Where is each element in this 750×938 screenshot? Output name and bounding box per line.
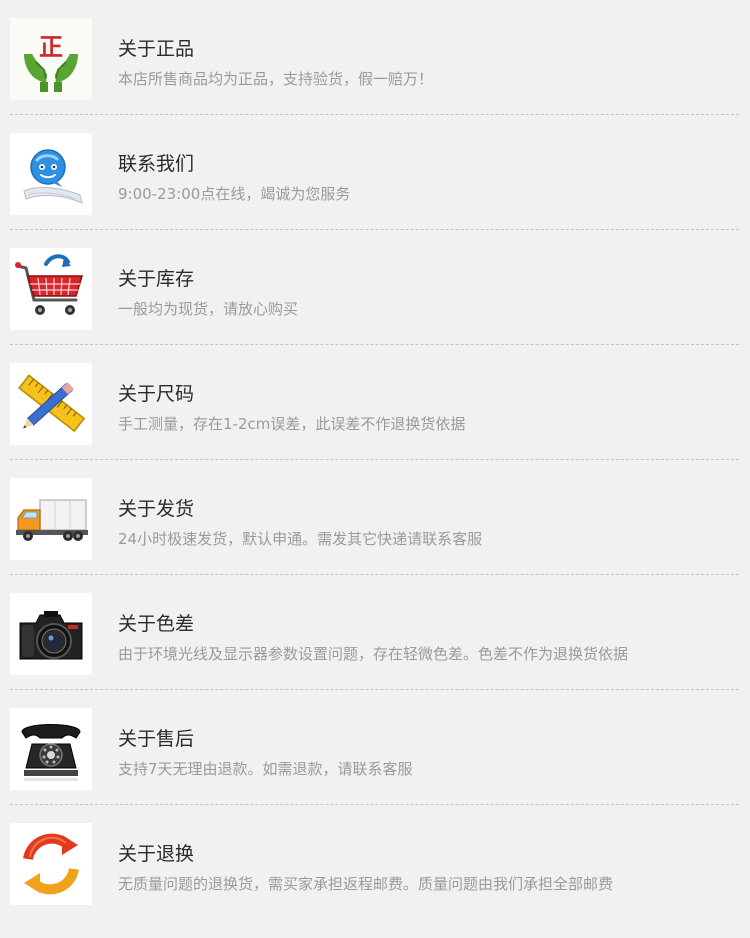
shopping-cart-icon (10, 248, 92, 330)
list-item-size: 关于尺码 手工测量，存在1-2cm误差，此误差不作退换货依据 (10, 363, 739, 478)
telephone-icon (10, 708, 92, 790)
divider (10, 459, 739, 460)
divider (10, 804, 739, 805)
item-title: 关于发货 (118, 498, 195, 520)
divider (10, 114, 739, 115)
ruler-pencil-icon (10, 363, 92, 445)
item-title: 联系我们 (118, 153, 195, 175)
item-description: 本店所售商品均为正品，支持验货，假一赔万！ (118, 70, 434, 88)
item-description: 一般均为现货，请放心购买 (118, 300, 299, 318)
list-item-genuine: 正 关于正品 本店所售商品均为正品，支持验货，假一赔万！ (10, 18, 739, 133)
list-item-returns: 关于退换 无质量问题的退换货，需买家承担返程邮费。质量问题由我们承担全部邮费 (10, 823, 739, 938)
divider (10, 344, 739, 345)
camera-icon (10, 593, 92, 675)
list-item-after-sales: 关于售后 支持7天无理由退款。如需退款，请联系客服 (10, 708, 739, 823)
item-description: 9:00-23:00点在线，竭诚为您服务 (118, 185, 351, 203)
service-info-list: 正 关于正品 本店所售商品均为正品，支持验货，假一赔万！ 联系我们 9:00-2… (10, 18, 739, 938)
item-title: 关于售后 (118, 728, 195, 750)
divider (10, 574, 739, 575)
exchange-arrows-icon (10, 823, 92, 905)
list-item-color: 关于色差 由于环境光线及显示器参数设置问题，存在轻微色差。色差不作为退换货依据 (10, 593, 739, 708)
item-description: 支持7天无理由退款。如需退款，请联系客服 (118, 760, 413, 778)
item-title: 关于退换 (118, 843, 195, 865)
item-description: 手工测量，存在1-2cm误差，此误差不作退换货依据 (118, 415, 466, 433)
genuine-glyph: 正 (39, 32, 63, 61)
list-item-shipping: 关于发货 24小时极速发货，默认申通。需发其它快递请联系客服 (10, 478, 739, 593)
list-item-stock: 关于库存 一般均为现货，请放心购买 (10, 248, 739, 363)
divider (10, 229, 739, 230)
item-title: 关于库存 (118, 268, 195, 290)
item-title: 关于尺码 (118, 383, 195, 405)
item-title: 关于正品 (118, 38, 195, 60)
chat-bubble-icon (10, 133, 92, 215)
delivery-truck-icon (10, 478, 92, 560)
item-description: 无质量问题的退换货，需买家承担返程邮费。质量问题由我们承担全部邮费 (118, 875, 614, 893)
item-title: 关于色差 (118, 613, 195, 635)
item-description: 由于环境光线及显示器参数设置问题，存在轻微色差。色差不作为退换货依据 (118, 645, 629, 663)
divider (10, 689, 739, 690)
item-description: 24小时极速发货，默认申通。需发其它快递请联系客服 (118, 530, 483, 548)
list-item-contact: 联系我们 9:00-23:00点在线，竭诚为您服务 (10, 133, 739, 248)
genuine-hands-icon: 正 (10, 18, 92, 100)
